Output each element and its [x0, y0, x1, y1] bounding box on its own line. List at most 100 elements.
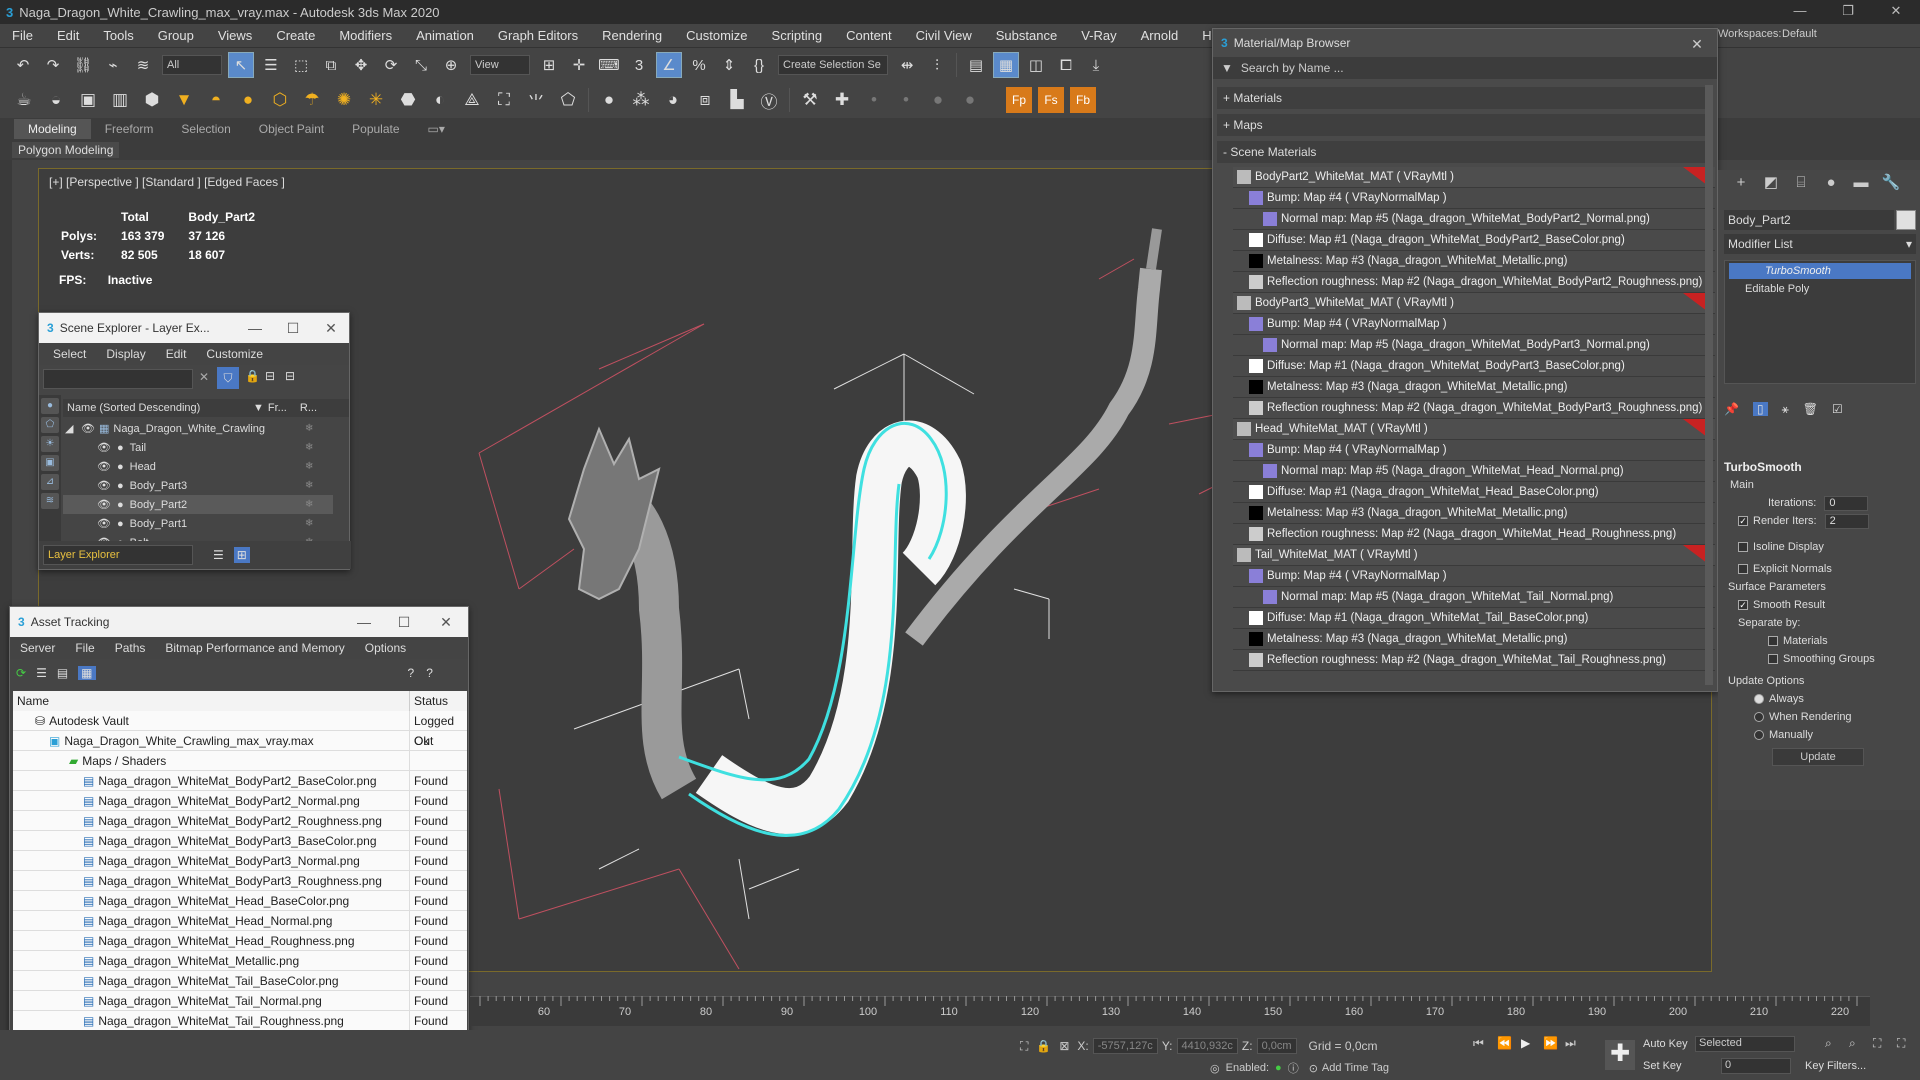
help-icon[interactable]: ?: [408, 666, 415, 680]
layers-icon[interactable]: ☰: [213, 548, 224, 562]
menu-file[interactable]: File: [0, 24, 45, 48]
close-icon[interactable]: ✕: [426, 607, 466, 637]
se-menu-display[interactable]: Display: [96, 347, 155, 361]
schematic-view-icon[interactable]: ⧠: [1053, 52, 1079, 78]
viewport-label[interactable]: [+] [Perspective ] [Standard ] [Edged Fa…: [49, 175, 285, 189]
tab-freeform[interactable]: Freeform: [91, 119, 168, 139]
clear-search-icon[interactable]: ✕: [199, 370, 209, 384]
add-icon[interactable]: ✚: [829, 87, 855, 113]
prev-frame-icon[interactable]: ⏪: [1497, 1036, 1512, 1050]
maps-group[interactable]: + Maps: [1217, 114, 1711, 136]
keyboard-shortcut-icon[interactable]: ⌨: [596, 52, 622, 78]
se-search-input[interactable]: [43, 369, 193, 389]
spinner-snap-icon[interactable]: ⇕: [716, 52, 742, 78]
asset-row[interactable]: ▤ Naga_dragon_WhiteMat_BodyPart3_Normal.p…: [13, 850, 467, 871]
key-filters-button[interactable]: Key Filters...: [1805, 1060, 1866, 1072]
menu-views[interactable]: Views: [206, 24, 264, 48]
time-tag-icon[interactable]: ⊙: [1309, 1062, 1318, 1075]
tree-row-body-part3[interactable]: 👁 ● Body_Part3 ❄: [63, 476, 333, 495]
object-color-swatch[interactable]: [1896, 210, 1916, 230]
bitmap-icon[interactable]: ▙: [724, 87, 750, 113]
menu-animation[interactable]: Animation: [404, 24, 486, 48]
fs-icon[interactable]: Fs: [1038, 87, 1064, 113]
ambient-light-icon[interactable]: ✳: [363, 87, 389, 113]
map-row[interactable]: Normal map: Map #5 (Naga_dragon_WhiteMat…: [1233, 209, 1715, 230]
map-row[interactable]: Normal map: Map #5 (Naga_dragon_WhiteMat…: [1233, 461, 1715, 482]
lock-icon[interactable]: 🔒: [245, 369, 260, 383]
stack-item-editable-poly[interactable]: Editable Poly: [1729, 281, 1911, 297]
map-row[interactable]: Metalness: Map #3 (Naga_dragon_WhiteMat_…: [1233, 503, 1715, 524]
maximize-icon[interactable]: ☐: [384, 607, 424, 637]
isolate-icon[interactable]: ⛶: [1020, 1039, 1028, 1054]
tree-row-body-part2[interactable]: 👁 ● Body_Part2 ❄: [63, 495, 333, 514]
ribbon-options-icon[interactable]: ▭▾: [414, 119, 459, 139]
map-row[interactable]: Normal map: Map #5 (Naga_dragon_WhiteMat…: [1233, 587, 1715, 608]
z-coordinate-field[interactable]: 0,0cm: [1256, 1038, 1297, 1054]
tab-populate[interactable]: Populate: [338, 119, 413, 139]
info-icon[interactable]: ⓘ: [1288, 1060, 1299, 1076]
close-icon[interactable]: ✕: [1876, 0, 1916, 24]
close-icon[interactable]: ✕: [311, 313, 351, 343]
link-icon[interactable]: ⛓: [70, 52, 96, 78]
map-row[interactable]: Metalness: Map #3 (Naga_dragon_WhiteMat_…: [1233, 251, 1715, 272]
detail-view-icon[interactable]: ▤: [57, 666, 68, 680]
map-row[interactable]: Diffuse: Map #1 (Naga_dragon_WhiteMat_Bo…: [1233, 356, 1715, 377]
se-menu-customize[interactable]: Customize: [196, 347, 273, 361]
window-crossing-icon[interactable]: ⧉: [318, 52, 344, 78]
y-coordinate-field[interactable]: 4410,932c: [1176, 1038, 1238, 1054]
modify-tab-icon[interactable]: ◩: [1756, 173, 1786, 191]
asset-row[interactable]: ▤ Naga_dragon_WhiteMat_BodyPart3_Roughnes…: [13, 870, 467, 891]
col-name[interactable]: Name: [17, 694, 49, 708]
hierarchy-icon[interactable]: ⊟: [265, 369, 275, 383]
snowflake-icon[interactable]: ❄: [305, 461, 313, 472]
render-setup-icon[interactable]: ▣: [75, 87, 101, 113]
at-menu-server[interactable]: Server: [10, 641, 65, 655]
particles-icon[interactable]: ⁂: [628, 87, 654, 113]
asset-row[interactable]: ▤ Naga_dragon_WhiteMat_Tail_Normal.png Fou…: [13, 990, 467, 1011]
current-frame-field[interactable]: 0: [1721, 1058, 1791, 1074]
light-filter-icon[interactable]: ☀: [41, 436, 59, 452]
goto-end-icon[interactable]: ⏭: [1565, 1036, 1576, 1051]
render-frame-icon[interactable]: ▥: [107, 87, 133, 113]
map-row[interactable]: Metalness: Map #3 (Naga_dragon_WhiteMat_…: [1233, 377, 1715, 398]
asset-row[interactable]: ▤ Naga_dragon_WhiteMat_Head_BaseColor.png…: [13, 890, 467, 911]
select-by-name-icon[interactable]: ☰: [258, 52, 284, 78]
menu-customize[interactable]: Customize: [674, 24, 759, 48]
play-icon[interactable]: ▶: [1521, 1036, 1530, 1050]
asset-row[interactable]: ▤ Naga_dragon_WhiteMat_Tail_Roughness.png…: [13, 1010, 467, 1031]
set-key-button[interactable]: Set Key: [1643, 1060, 1682, 1072]
absolute-mode-icon[interactable]: ⊠: [1059, 1039, 1069, 1053]
vray-logo-icon[interactable]: Ⓥ: [756, 87, 782, 113]
asset-row[interactable]: ▤ Naga_dragon_WhiteMat_Head_Roughness.png…: [13, 930, 467, 951]
maximize-icon[interactable]: ☐: [273, 313, 313, 343]
map-row[interactable]: Diffuse: Map #1 (Naga_dragon_WhiteMat_Bo…: [1233, 230, 1715, 251]
layer-icon[interactable]: ⊟: [285, 369, 295, 383]
menu-rendering[interactable]: Rendering: [590, 24, 674, 48]
shape-filter-icon[interactable]: ⬠: [41, 417, 59, 433]
layer-explorer-icon[interactable]: ▤: [963, 52, 989, 78]
smoothing-groups-checkbox[interactable]: [1768, 654, 1778, 664]
isoline-checkbox[interactable]: [1738, 542, 1748, 552]
align-icon[interactable]: ⫶: [924, 52, 950, 78]
curve-editor-icon[interactable]: ◫: [1023, 52, 1049, 78]
vray-proxy-icon[interactable]: ⬣: [395, 87, 421, 113]
helper-filter-icon[interactable]: ⊿: [41, 474, 59, 490]
tab-selection[interactable]: Selection: [167, 119, 244, 139]
snowflake-icon[interactable]: ❄: [305, 423, 313, 434]
eye-icon[interactable]: 👁: [97, 479, 111, 492]
map-row[interactable]: Bump: Map #4 ( VRayNormalMap ): [1233, 188, 1715, 209]
asset-row[interactable]: ▤ Naga_dragon_WhiteMat_BodyPart2_BaseColo…: [13, 770, 467, 791]
toggle-ribbon-icon[interactable]: ⤓: [1083, 52, 1109, 78]
tab-modeling[interactable]: Modeling: [14, 119, 91, 139]
vray-volume-icon[interactable]: ⬠: [555, 87, 581, 113]
percent-snap-icon[interactable]: %: [686, 52, 712, 78]
select-manipulate-icon[interactable]: ✛: [566, 52, 592, 78]
map-row[interactable]: Bump: Map #4 ( VRayNormalMap ): [1233, 314, 1715, 335]
rect-selection-icon[interactable]: ⬚: [288, 52, 314, 78]
manually-radio[interactable]: [1754, 730, 1764, 740]
scene-materials-group[interactable]: - Scene Materials: [1217, 141, 1711, 163]
rotate-icon[interactable]: ⟳: [378, 52, 404, 78]
reference-coord-select[interactable]: View: [470, 55, 530, 75]
maximize-icon[interactable]: ❐: [1828, 0, 1868, 24]
menu-arnold[interactable]: Arnold: [1129, 24, 1191, 48]
